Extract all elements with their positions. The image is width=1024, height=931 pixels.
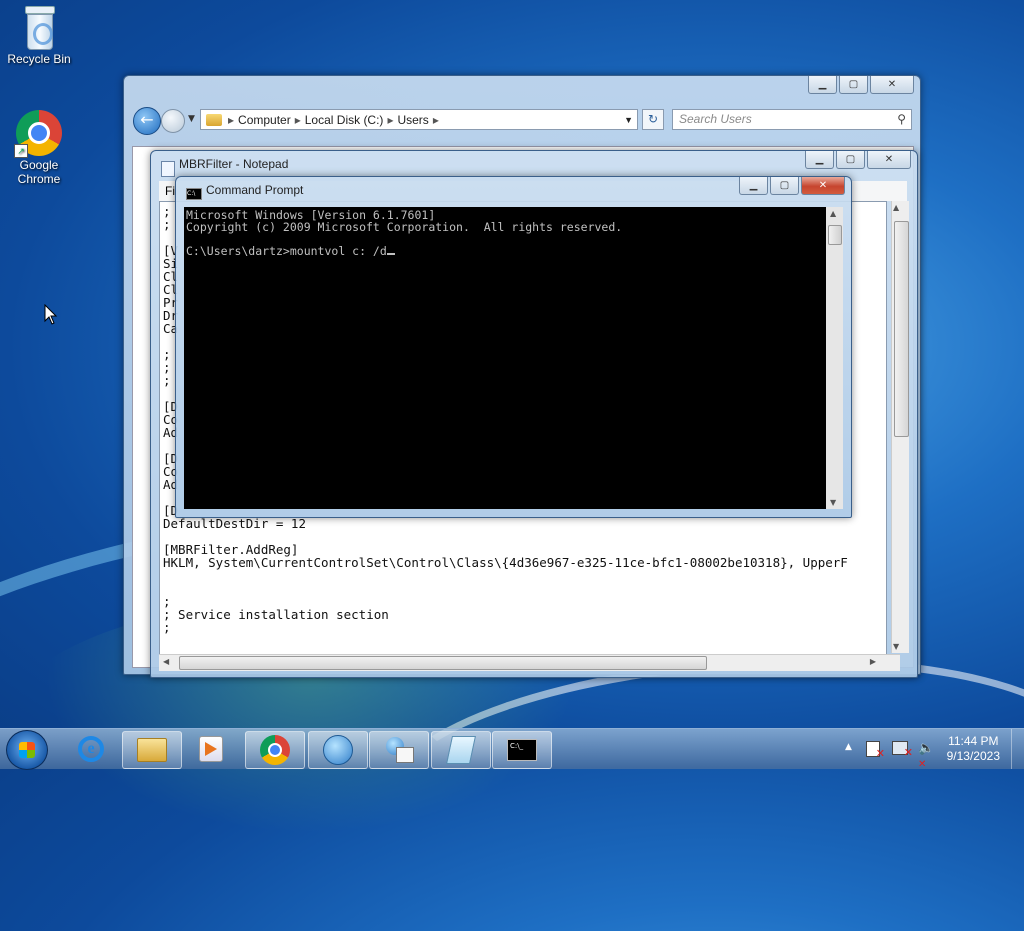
command-prompt-title-icon: C:\ bbox=[186, 188, 202, 200]
notepad-vertical-scrollbar[interactable]: ▲ ▼ bbox=[891, 201, 909, 653]
mouse-pointer-icon bbox=[44, 304, 58, 325]
command-prompt-icon: C:\_ bbox=[507, 739, 537, 761]
cmd-caption-buttons: ▁ ▢ ✕ bbox=[739, 177, 845, 195]
taskbar-media-player[interactable] bbox=[182, 731, 240, 767]
notepad-text-line: ; Service installation section bbox=[163, 607, 389, 622]
scroll-down-icon[interactable]: ▼ bbox=[830, 498, 836, 507]
console-output[interactable]: Microsoft Windows [Version 6.1.7601] Cop… bbox=[184, 207, 826, 509]
network-tray-icon[interactable]: ✕ bbox=[892, 741, 913, 759]
file-explorer-icon bbox=[137, 738, 167, 762]
taskbar-internet-explorer[interactable]: e bbox=[62, 731, 120, 767]
taskbar-network-settings[interactable] bbox=[369, 731, 429, 769]
taskbar-google-chrome[interactable] bbox=[245, 731, 305, 769]
command-prompt-window[interactable]: C:\ Command Prompt ▁ ▢ ✕ Microsoft Windo… bbox=[175, 176, 852, 518]
search-icon: ⚲ bbox=[897, 112, 906, 126]
breadcrumb-separator-icon: ▸ bbox=[228, 112, 235, 127]
taskbar-file-explorer[interactable] bbox=[122, 731, 182, 769]
network-globe-icon bbox=[323, 735, 353, 765]
minimize-button[interactable]: ▁ bbox=[808, 76, 837, 94]
folder-icon bbox=[206, 113, 222, 126]
address-dropdown-icon[interactable]: ▼ bbox=[624, 115, 633, 125]
command-prompt-title: Command Prompt bbox=[206, 183, 304, 197]
search-box[interactable]: Search Users ⚲ bbox=[672, 109, 912, 130]
notepad-horizontal-scrollbar[interactable]: ◀ ▶ bbox=[159, 654, 900, 671]
maximize-button[interactable]: ▢ bbox=[839, 76, 868, 94]
breadcrumb-users[interactable]: Users bbox=[397, 113, 428, 127]
taskbar-command-prompt[interactable]: C:\_ bbox=[492, 731, 552, 769]
address-bar[interactable]: ▸ Computer ▸ Local Disk (C:) ▸ Users ▸ ▼ bbox=[200, 109, 638, 130]
notepad-title: MBRFilter - Notepad bbox=[179, 157, 289, 171]
explorer-caption-buttons: ▁ ▢ ✕ bbox=[808, 76, 914, 94]
clock-date: 9/13/2023 bbox=[946, 749, 1000, 763]
google-chrome-label: Google Chrome bbox=[17, 158, 61, 186]
menu-file[interactable]: Fi bbox=[165, 184, 175, 198]
scroll-thumb[interactable] bbox=[894, 221, 909, 437]
chrome-icon bbox=[260, 735, 290, 765]
text-cursor bbox=[386, 253, 395, 255]
scroll-left-icon[interactable]: ◀ bbox=[163, 657, 169, 666]
scroll-thumb[interactable] bbox=[828, 225, 842, 245]
taskbar-network-globe[interactable] bbox=[308, 731, 368, 769]
start-button[interactable] bbox=[6, 730, 48, 770]
breadcrumb-separator-icon: ▸ bbox=[432, 112, 439, 127]
internet-explorer-icon: e bbox=[78, 736, 104, 762]
maximize-button[interactable]: ▢ bbox=[770, 177, 799, 195]
console-prompt-line: C:\Users\dartz>mountvol c: /d bbox=[186, 245, 824, 257]
taskbar-notepad[interactable] bbox=[431, 731, 491, 769]
close-button[interactable]: ✕ bbox=[870, 76, 914, 94]
recycle-bin-label: Recycle Bin bbox=[7, 52, 71, 66]
minimize-button[interactable]: ▁ bbox=[805, 151, 834, 169]
shortcut-arrow-icon: ↗ bbox=[14, 144, 28, 158]
media-player-icon bbox=[199, 736, 223, 762]
volume-muted-icon[interactable]: 🔈✕ bbox=[918, 741, 934, 770]
show-desktop-button[interactable] bbox=[1011, 729, 1024, 769]
refresh-icon: ↻ bbox=[647, 112, 659, 126]
network-settings-icon bbox=[386, 737, 414, 763]
refresh-button[interactable]: ↻ bbox=[642, 109, 664, 130]
notepad-icon bbox=[446, 736, 476, 764]
recycle-bin-shortcut[interactable]: Recycle Bin bbox=[1, 6, 77, 66]
forward-button[interactable] bbox=[161, 109, 185, 133]
console-prompt: C:\Users\dartz>mountvol c: /d bbox=[186, 244, 387, 258]
breadcrumb-local-disk[interactable]: Local Disk (C:) bbox=[305, 113, 384, 127]
system-clock[interactable]: 11:44 PM 9/13/2023 bbox=[947, 734, 1000, 764]
scroll-thumb[interactable] bbox=[179, 656, 707, 670]
notepad-text-line: ; bbox=[163, 217, 171, 232]
notepad-text-line: DefaultDestDir = 12 bbox=[163, 516, 306, 531]
search-placeholder: Search Users bbox=[679, 112, 752, 126]
taskbar: e C:\_ ▲ ✕ ✕ 🔈✕ 11:44 PM 9/13/2023 bbox=[0, 728, 1024, 770]
notepad-title-icon bbox=[161, 161, 175, 177]
maximize-button[interactable]: ▢ bbox=[836, 151, 865, 169]
scroll-down-icon[interactable]: ▼ bbox=[893, 642, 899, 651]
chrome-icon: ↗ bbox=[14, 110, 62, 158]
breadcrumb-separator-icon: ▸ bbox=[294, 112, 301, 127]
notepad-text-line: ; bbox=[163, 620, 171, 635]
show-hidden-icons-button[interactable]: ▲ bbox=[845, 742, 852, 752]
clock-time: 11:44 PM bbox=[948, 734, 999, 748]
notepad-text-line: HKLM, System\CurrentControlSet\Control\C… bbox=[163, 555, 848, 570]
breadcrumb-separator-icon: ▸ bbox=[387, 112, 394, 127]
back-button[interactable]: ← bbox=[133, 107, 161, 135]
action-center-warning-icon[interactable]: ✕ bbox=[866, 741, 885, 760]
notepad-caption-buttons: ▁ ▢ ✕ bbox=[805, 151, 911, 169]
close-button[interactable]: ✕ bbox=[801, 177, 845, 195]
close-button[interactable]: ✕ bbox=[867, 151, 911, 169]
scroll-right-icon[interactable]: ▶ bbox=[870, 657, 876, 666]
recent-pages-chevron-icon[interactable]: ▼ bbox=[188, 114, 195, 124]
notepad-text-line: ; bbox=[163, 373, 171, 388]
recycle-bin-icon bbox=[22, 6, 56, 50]
breadcrumb-computer[interactable]: Computer bbox=[238, 113, 291, 127]
console-line: Copyright (c) 2009 Microsoft Corporation… bbox=[186, 220, 623, 234]
minimize-button[interactable]: ▁ bbox=[739, 177, 768, 195]
arrow-left-icon: ← bbox=[140, 110, 154, 129]
scroll-up-icon[interactable]: ▲ bbox=[830, 209, 836, 218]
cmd-vertical-scrollbar[interactable]: ▲ ▼ bbox=[826, 207, 843, 509]
google-chrome-shortcut[interactable]: ↗ Google Chrome bbox=[1, 110, 77, 186]
scroll-up-icon[interactable]: ▲ bbox=[893, 203, 899, 212]
